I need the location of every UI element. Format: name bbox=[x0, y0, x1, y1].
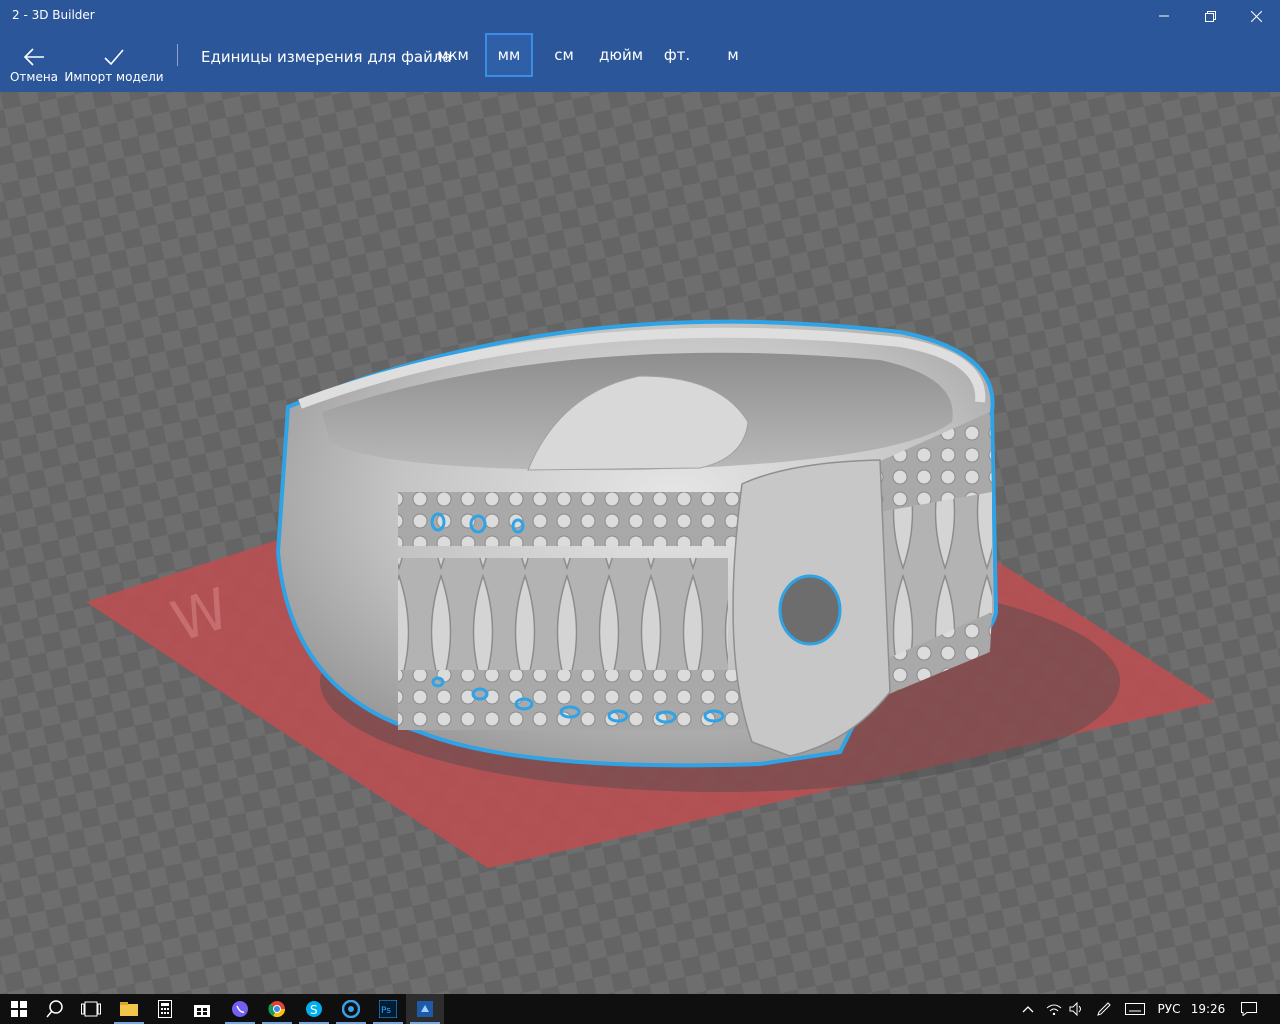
svg-text:S: S bbox=[310, 1003, 318, 1017]
checkmark-icon bbox=[104, 49, 124, 66]
pen-icon[interactable] bbox=[1093, 994, 1115, 1024]
unit-option-cm[interactable]: см bbox=[541, 33, 587, 77]
units-label: Единицы измерения для файла bbox=[201, 48, 452, 66]
volume-icon[interactable] bbox=[1066, 994, 1088, 1024]
clock[interactable]: 19:26 bbox=[1188, 994, 1228, 1024]
back-arrow-icon bbox=[23, 48, 44, 66]
file-explorer-icon[interactable] bbox=[110, 994, 148, 1024]
unit-option-inch[interactable]: дюйм bbox=[594, 33, 648, 77]
window-title: 2 - 3D Builder bbox=[12, 8, 95, 22]
setting-hole bbox=[778, 574, 842, 646]
cancel-button[interactable]: Отмена bbox=[8, 32, 60, 92]
import-model-label: Импорт модели bbox=[64, 70, 164, 84]
unit-option-um[interactable]: мкм bbox=[430, 33, 476, 77]
unit-option-mm[interactable]: мм bbox=[485, 33, 533, 77]
notifications-icon[interactable] bbox=[1234, 994, 1264, 1024]
3d-builder-icon[interactable] bbox=[406, 994, 444, 1024]
browser-icon[interactable] bbox=[332, 994, 370, 1024]
skype-icon[interactable]: S bbox=[295, 994, 333, 1024]
chevron-up-icon[interactable] bbox=[1016, 994, 1040, 1024]
toolbar-divider bbox=[177, 44, 178, 66]
svg-text:Ps: Ps bbox=[381, 1006, 391, 1016]
chrome-icon[interactable] bbox=[258, 994, 296, 1024]
minimize-button[interactable] bbox=[1141, 0, 1187, 32]
minimize-icon bbox=[1159, 15, 1169, 17]
restore-button[interactable] bbox=[1187, 0, 1233, 32]
cancel-label: Отмена bbox=[9, 70, 59, 84]
unit-option-ft[interactable]: фт. bbox=[656, 33, 698, 77]
import-model-button[interactable]: Импорт модели bbox=[64, 32, 164, 92]
input-language[interactable]: РУС bbox=[1152, 994, 1186, 1024]
scene-canvas[interactable]: W bbox=[0, 92, 1280, 994]
viber-icon[interactable] bbox=[221, 994, 259, 1024]
task-view-icon[interactable] bbox=[72, 994, 110, 1024]
windows-start-icon[interactable] bbox=[0, 994, 38, 1024]
taskbar: S Ps РУС 19:26 bbox=[0, 994, 1280, 1024]
title-bar: 2 - 3D Builder bbox=[0, 0, 1280, 32]
close-icon bbox=[1250, 10, 1262, 22]
leaf-band bbox=[398, 558, 728, 688]
unit-option-m[interactable]: м bbox=[712, 33, 754, 77]
bead-band-bottom bbox=[398, 670, 748, 730]
wifi-icon[interactable] bbox=[1043, 994, 1065, 1024]
store-icon[interactable] bbox=[183, 994, 221, 1024]
3d-viewport[interactable]: W bbox=[0, 92, 1280, 994]
calculator-icon[interactable] bbox=[146, 994, 184, 1024]
photoshop-icon[interactable]: Ps bbox=[369, 994, 407, 1024]
bead-band-top bbox=[398, 492, 748, 546]
keyboard-icon[interactable] bbox=[1122, 994, 1148, 1024]
import-toolbar: Отмена Импорт модели Единицы измерения д… bbox=[0, 32, 1280, 92]
restore-icon bbox=[1204, 10, 1216, 22]
close-button[interactable] bbox=[1233, 0, 1279, 32]
search-icon[interactable] bbox=[36, 994, 74, 1024]
